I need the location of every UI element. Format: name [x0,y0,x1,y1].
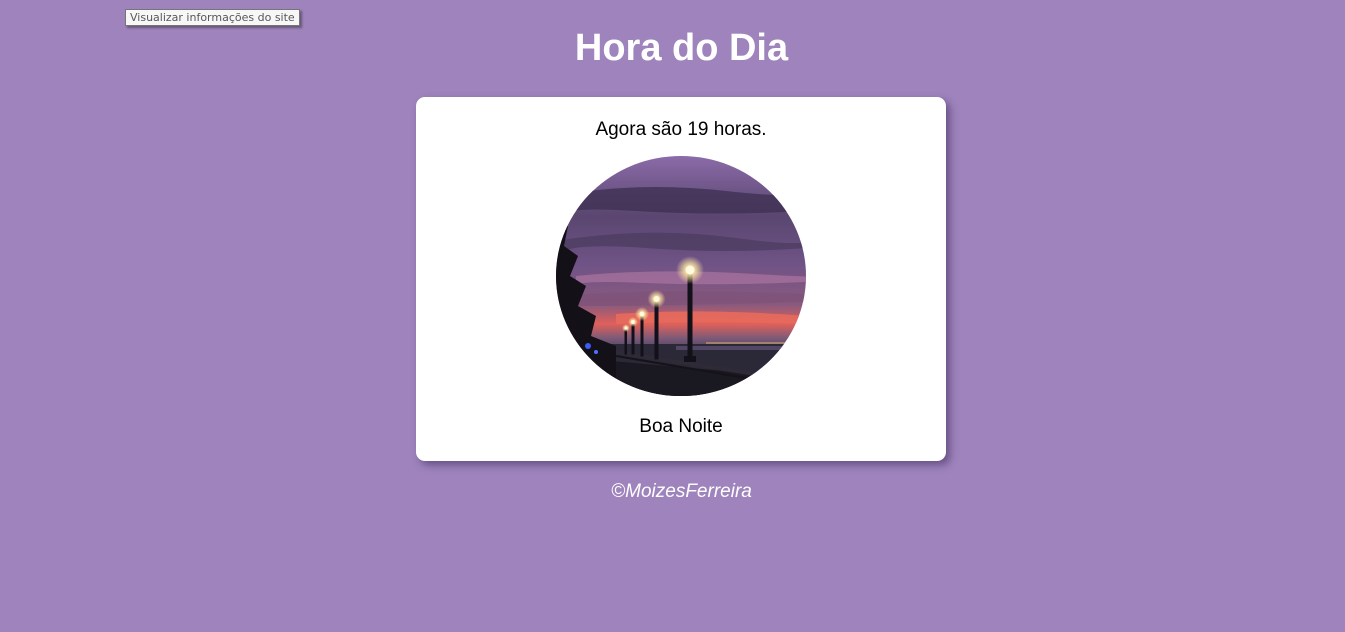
current-hour-message: Agora são 19 horas. [595,119,767,140]
time-card: Agora são 19 horas. Boa Noite [416,97,946,461]
site-info-tooltip: Visualizar informações do site [125,9,300,26]
author-credit: ©MoizesFerreira [611,481,752,502]
page-title: Hora do Dia [574,27,789,69]
greeting-text: Boa Noite [639,416,723,437]
night-promenade-photo [556,156,806,396]
